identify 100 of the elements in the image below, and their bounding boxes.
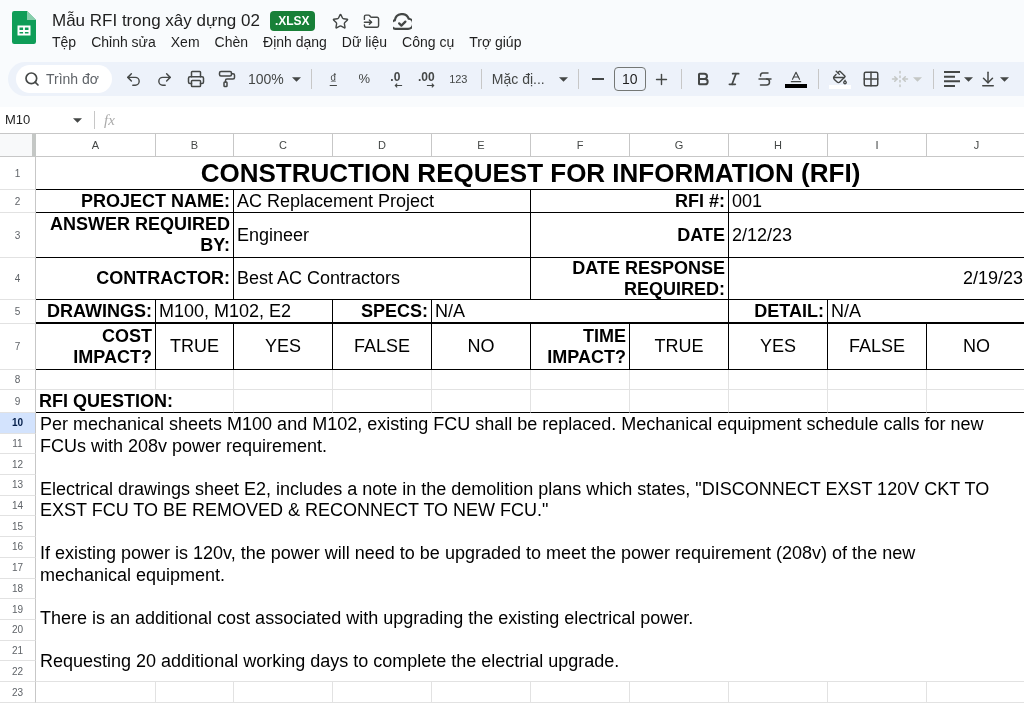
question-paragraph: Per mechanical sheets M100 and M102, existing FCU shall be replaced. Mechanical equipment schedule calls for new FCUs with 208v power requirement. (40, 414, 985, 457)
font-dropdown[interactable]: Mặc đị... (487, 65, 572, 93)
caret-icon (999, 76, 1009, 82)
column-header[interactable]: C (234, 134, 333, 157)
spreadsheet-logo-icon[interactable] (12, 11, 36, 44)
option-cell: TRUE (156, 324, 234, 370)
folder-arrow-icon[interactable] (362, 12, 380, 30)
question-paragraph: Requesting 20 additional working days to complete the electrial upgrade. (40, 650, 621, 672)
field-label: CONTRACTOR: (36, 258, 234, 300)
row-header[interactable]: 16 (0, 537, 36, 558)
field-label: PROJECT NAME: (36, 190, 234, 213)
field-label: DETAIL: (729, 300, 828, 324)
menu-item[interactable]: Định dạng (261, 33, 329, 51)
option-cell: TRUE (630, 324, 729, 370)
arrow-left-icon (393, 82, 403, 88)
row-header[interactable]: 12 (0, 454, 36, 476)
row-header[interactable]: 17 (0, 557, 36, 579)
caret-icon (73, 117, 82, 123)
row-header[interactable]: 1 (0, 157, 36, 190)
option-cell: FALSE (333, 324, 432, 370)
option-cell: NO (432, 324, 531, 370)
field-label: TIME IMPACT? (531, 324, 630, 370)
grid-icon (862, 70, 881, 88)
field-label: DATE RESPONSE REQUIRED: (531, 258, 729, 300)
number-format-button[interactable]: 123 (441, 65, 475, 93)
column-header[interactable]: H (729, 134, 828, 157)
row-header[interactable]: 15 (0, 516, 36, 538)
column-header[interactable]: F (531, 134, 630, 157)
row-header[interactable]: 21 (0, 640, 36, 662)
minus-icon (591, 78, 604, 80)
row-header[interactable]: 7 (0, 324, 36, 370)
field-label: DATE (531, 213, 729, 258)
row-header[interactable]: 3 (0, 213, 36, 258)
row-header[interactable]: 5 (0, 300, 36, 324)
menu-item[interactable]: Chèn (212, 33, 251, 51)
cloud-check-icon[interactable] (392, 12, 412, 30)
file-type-badge: .XLSX (269, 11, 315, 31)
row-header[interactable]: 9 (0, 390, 36, 413)
currency-button[interactable]: ₫ (317, 65, 349, 93)
menu-item[interactable]: Xem (168, 33, 202, 51)
field-value: 2/19/23 (729, 258, 1024, 300)
bold-icon (695, 71, 712, 87)
zoom-dropdown[interactable]: 100% (242, 65, 305, 93)
field-label: RFI #: (531, 190, 729, 213)
search-field[interactable]: Trình đơ (16, 65, 112, 93)
row-header[interactable]: 11 (0, 433, 36, 455)
field-label: COST IMPACT? (36, 324, 156, 370)
menu-item[interactable]: Công cụ (400, 33, 457, 51)
fill-color-icon (829, 69, 852, 89)
caret-icon (913, 76, 923, 82)
column-header[interactable]: G (630, 134, 729, 157)
option-cell: YES (234, 324, 333, 370)
option-cell: FALSE (828, 324, 927, 370)
row-header[interactable]: 22 (0, 661, 36, 682)
question-paragraph: There is an additional cost associated with upgrading the existing electrical power. (40, 607, 695, 629)
column-header[interactable]: B (156, 134, 234, 157)
caret-icon (291, 76, 301, 82)
menu-item[interactable]: Chỉnh sửa (89, 33, 158, 51)
row-header[interactable]: 8 (0, 370, 36, 390)
caret-icon (558, 76, 568, 82)
field-value: Best AC Contractors (234, 258, 531, 300)
menu-item[interactable]: Tệp (50, 33, 79, 51)
row-header[interactable]: 18 (0, 578, 36, 600)
fx-label: fx (104, 110, 115, 130)
percent-button[interactable]: % (348, 65, 380, 93)
column-header[interactable]: I (828, 134, 927, 157)
star-icon[interactable] (331, 12, 349, 30)
field-value: N/A (828, 300, 1024, 324)
row-header[interactable]: 14 (0, 495, 36, 517)
option-cell: YES (729, 324, 828, 370)
column-header[interactable]: A (36, 134, 156, 157)
arrows-inward-icon (891, 70, 910, 88)
row-header[interactable]: 2 (0, 190, 36, 213)
column-header[interactable]: E (432, 134, 531, 157)
row-header[interactable]: 19 (0, 599, 36, 620)
question-paragraph: If existing power is 120v, the power will need to be upgraded to meet the power requirement (208v) of the new mechanical equipment. (40, 543, 917, 586)
field-value: 2/12/23 (729, 213, 1024, 258)
font-size-field[interactable]: 10 (613, 67, 646, 91)
row-header[interactable]: 13 (0, 475, 36, 496)
field-value: 001 (729, 190, 1024, 213)
increase-decimal-button[interactable]: .00 (410, 65, 442, 93)
field-label: DRAWINGS: (36, 300, 156, 324)
sheet-title: CONSTRUCTION REQUEST FOR INFORMATION (RFI) (36, 157, 1024, 190)
menu-item[interactable]: Dữ liệu (339, 33, 390, 51)
decrease-decimal-button[interactable]: .0 (379, 65, 411, 93)
column-header[interactable]: D (333, 134, 432, 157)
field-label: ANSWER REQUIRED BY: (36, 213, 234, 258)
field-value: M100, M102, E2 (156, 300, 333, 324)
row-header[interactable]: 10 (0, 413, 36, 434)
align-left-icon (942, 71, 961, 87)
row-header[interactable]: 20 (0, 619, 36, 641)
strikethrough-icon (756, 70, 775, 88)
row-header[interactable]: 23 (0, 682, 36, 703)
section-heading: RFI QUESTION: (36, 390, 234, 413)
field-value: AC Replacement Project (234, 190, 531, 213)
menu-item[interactable]: Trợ giúp (467, 33, 524, 51)
paint-roller-icon (217, 70, 236, 88)
row-header[interactable]: 4 (0, 258, 36, 300)
name-box[interactable]: M10 (0, 109, 88, 131)
document-title[interactable]: Mẫu RFI trong xây dựng 02 (52, 10, 260, 32)
